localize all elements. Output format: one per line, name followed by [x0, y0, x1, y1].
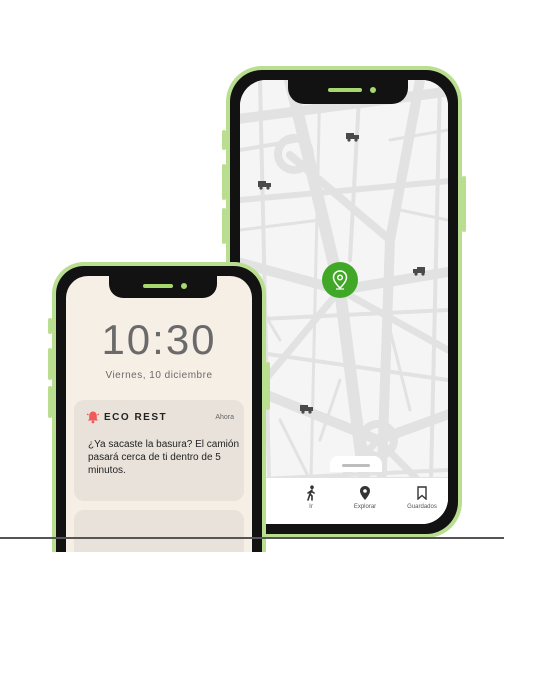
- bottom-navigation: ados Ir Explorar: [240, 456, 448, 524]
- side-button: [48, 318, 52, 334]
- nav-item-ir[interactable]: Ir: [286, 484, 336, 510]
- notification-app-name: ECO REST: [104, 412, 168, 423]
- truck-icon[interactable]: [346, 132, 360, 142]
- speaker: [328, 88, 362, 92]
- handle-bar: [342, 464, 370, 467]
- side-button: [222, 164, 226, 200]
- nav-label: Guardados: [407, 504, 437, 510]
- sheet-handle[interactable]: [330, 456, 382, 472]
- nav-label: Explorar: [353, 504, 377, 510]
- phone-frame: 10:30 Viernes, 10 diciembre ECO REST Aho…: [56, 266, 262, 552]
- truck-icon[interactable]: [258, 180, 272, 190]
- side-button: [48, 386, 52, 418]
- lock-screen-phone: 10:30 Viernes, 10 diciembre ECO REST Aho…: [48, 262, 270, 552]
- notification-time: Ahora: [215, 414, 234, 421]
- side-button: [462, 176, 466, 232]
- camera: [181, 283, 187, 289]
- lock-clock: 10:30: [101, 316, 217, 363]
- truck-icon[interactable]: [300, 404, 314, 414]
- bookmark-icon: [397, 484, 447, 502]
- walk-icon: [286, 484, 336, 502]
- truck-icon[interactable]: [412, 266, 426, 276]
- phone-notch: [109, 276, 217, 298]
- camera: [370, 87, 376, 93]
- phone-notch: [288, 80, 408, 104]
- lock-date: Viernes, 10 diciembre: [105, 370, 213, 381]
- notification-card[interactable]: [74, 510, 244, 552]
- side-button: [222, 130, 226, 150]
- location-pin-icon: [332, 270, 348, 290]
- side-button: [222, 208, 226, 244]
- lock-screen: 10:30 Viernes, 10 diciembre ECO REST Aho…: [66, 276, 252, 552]
- notification-message: ¿Ya sacaste la basura? El camión pasará …: [88, 439, 240, 476]
- nav-item-guardados[interactable]: Guardados: [397, 484, 447, 510]
- side-button: [266, 362, 270, 410]
- current-location-marker[interactable]: [322, 262, 358, 298]
- nav-label: Ir: [309, 504, 313, 510]
- ground-line: [0, 537, 504, 539]
- map-screen[interactable]: ados Ir Explorar: [240, 80, 448, 524]
- notification-card[interactable]: ECO REST Ahora ¿Ya sacaste la basura? El…: [74, 400, 244, 501]
- pin-icon: [340, 484, 390, 502]
- speaker: [143, 284, 173, 288]
- nav-item-explorar[interactable]: Explorar: [340, 484, 390, 510]
- side-button: [48, 348, 52, 380]
- bell-icon: [86, 411, 100, 424]
